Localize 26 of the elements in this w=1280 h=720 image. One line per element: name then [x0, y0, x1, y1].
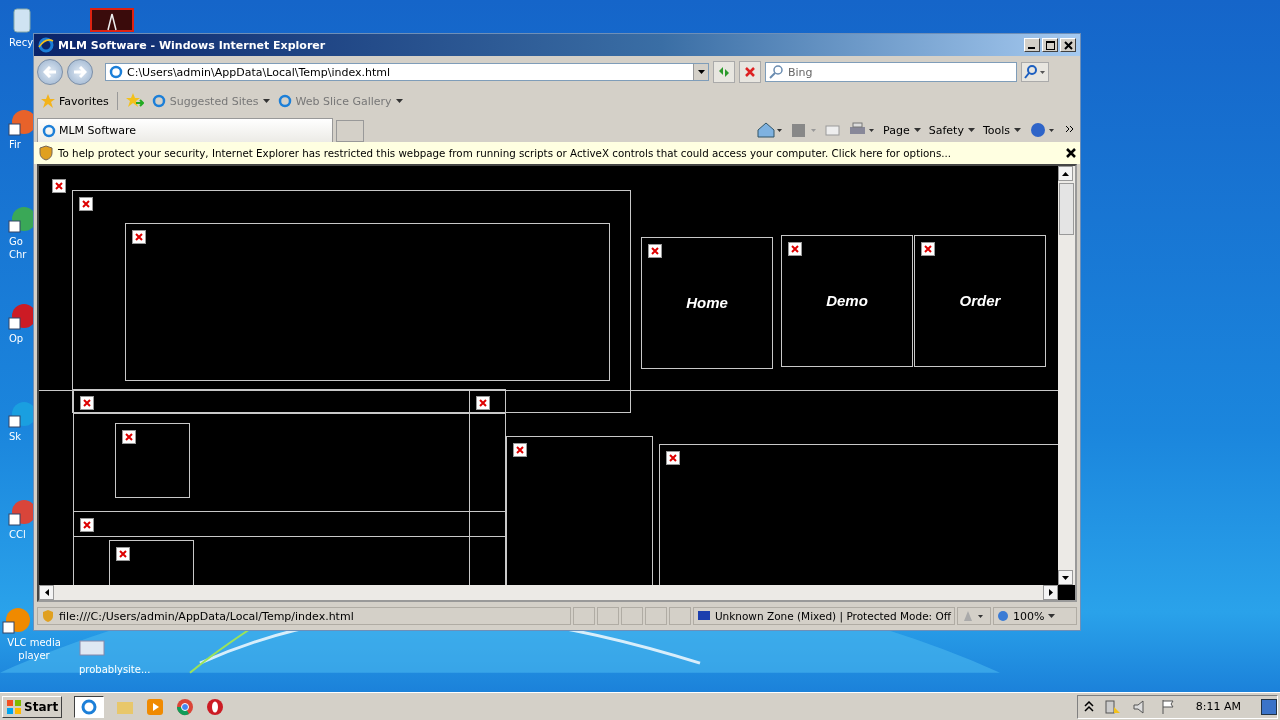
information-bar[interactable]: To help protect your security, Internet Explorer has restricted this webpage from running scripts or ActiveX controls that could access your computer. Click here for options...: [34, 142, 1080, 164]
nav-link[interactable]: Home: [642, 294, 772, 311]
security-zone-status: Unknown Zone (Mixed) | Protected Mode: Off: [692, 607, 955, 625]
favorites-button[interactable]: Favorites: [41, 94, 109, 108]
desktop-icon-label: Op: [8, 332, 25, 345]
desktop-icon-label: probablysite...: [78, 663, 152, 676]
browser-tab[interactable]: MLM Software: [37, 118, 333, 142]
desktop-icon-label: Fir: [8, 138, 22, 151]
desktop-icon-label: Recy: [8, 36, 32, 49]
command-menu[interactable]: Safety: [928, 123, 975, 137]
desktop-icon-label: Go Chr: [8, 235, 28, 261]
nav-link[interactable]: Demo: [782, 292, 912, 309]
command-menu[interactable]: Page: [883, 123, 921, 137]
window-title: MLM Software - Windows Internet Explorer: [58, 38, 327, 52]
search-field[interactable]: Bing: [765, 62, 1017, 82]
status-url: file:///C:/Users/admin/AppData/Local/Temp/index.html: [37, 607, 571, 625]
security-warning-text: To help protect your security, Internet Explorer has restricted this webpage from running scripts or ActiveX controls that could access your computer. Click here for options...: [58, 147, 953, 159]
command-menu[interactable]: Tools: [982, 123, 1021, 137]
desktop-icon-label: Sk: [8, 430, 23, 443]
zoom-menu[interactable]: 100%: [993, 607, 1077, 625]
address-field[interactable]: C:\Users\admin\AppData\Local\Temp\index.html: [105, 63, 709, 81]
desktop-icon-label: CCl: [8, 528, 27, 541]
nav-link[interactable]: Order: [915, 292, 1045, 309]
desktop-icon-label: VLC media player: [6, 636, 62, 662]
start-button[interactable]: Start: [2, 695, 63, 718]
clock[interactable]: 8:11 AM: [1185, 700, 1251, 713]
